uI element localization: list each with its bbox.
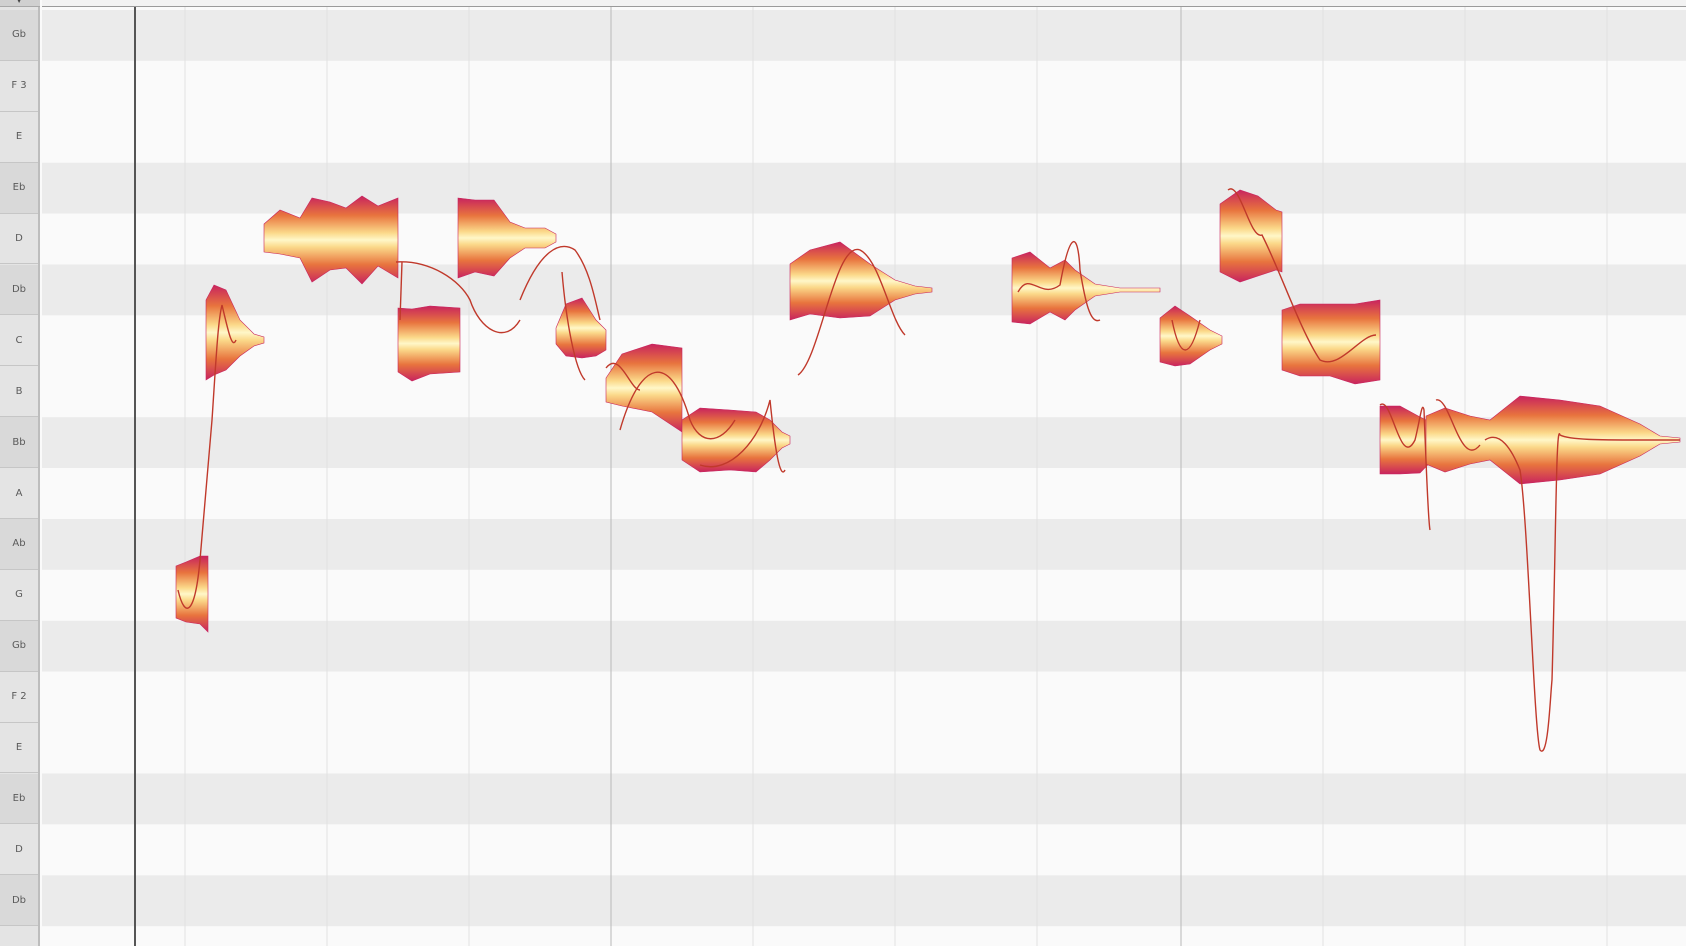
- pitch-row: [42, 60, 1686, 112]
- piano-key[interactable]: E: [0, 723, 38, 774]
- piano-key[interactable]: Ab: [0, 519, 38, 570]
- pitch-row: [42, 773, 1686, 825]
- pitch-row: [42, 162, 1686, 214]
- note-blob[interactable]: [1281, 299, 1381, 385]
- chevron-down-icon: ▼: [16, 0, 22, 4]
- note-blob[interactable]: [397, 305, 461, 382]
- pitch-row: [42, 620, 1686, 672]
- pitch-row: [42, 468, 1686, 519]
- pitch-editor-window: ▼ GbF 3EEbDDbCBBbAAbGGbF 2EEbDDb: [0, 0, 1686, 946]
- pitch-row: [42, 519, 1686, 570]
- piano-key[interactable]: Db: [0, 264, 38, 316]
- piano-key[interactable]: E: [0, 112, 38, 163]
- pitch-row: [42, 366, 1686, 418]
- playhead-cursor[interactable]: [134, 7, 136, 946]
- piano-keyboard: ▼ GbF 3EEbDDbCBBbAAbGGbF 2EEbDDb: [0, 0, 40, 946]
- piano-key[interactable]: D: [0, 214, 38, 265]
- piano-key[interactable]: Eb: [0, 162, 38, 214]
- piano-key[interactable]: Eb: [0, 773, 38, 825]
- piano-key[interactable]: Gb: [0, 620, 38, 672]
- piano-key[interactable]: G: [0, 570, 38, 621]
- pitch-row: [42, 671, 1686, 723]
- pitch-row: [42, 10, 1686, 61]
- piano-key[interactable]: C: [0, 315, 38, 367]
- piano-key[interactable]: D: [0, 824, 38, 876]
- piano-key[interactable]: F 3: [0, 61, 38, 112]
- pitch-row: [42, 722, 1686, 774]
- pitch-row: [42, 569, 1686, 621]
- pitch-row: [42, 111, 1686, 163]
- piano-key[interactable]: Bb: [0, 417, 38, 469]
- pitch-row: [42, 824, 1686, 876]
- note-editor-canvas[interactable]: [42, 0, 1686, 946]
- keyboard-scroll-button[interactable]: ▼: [0, 0, 40, 7]
- piano-key[interactable]: Gb: [0, 10, 38, 61]
- pitch-row: [42, 315, 1686, 367]
- piano-key[interactable]: F 2: [0, 672, 38, 723]
- piano-key[interactable]: A: [0, 468, 38, 519]
- pitch-grid[interactable]: [42, 0, 1686, 946]
- piano-key[interactable]: B: [0, 366, 38, 418]
- pitch-row: [42, 875, 1686, 927]
- timeline-ruler[interactable]: [42, 0, 1686, 7]
- piano-key[interactable]: Db: [0, 875, 38, 927]
